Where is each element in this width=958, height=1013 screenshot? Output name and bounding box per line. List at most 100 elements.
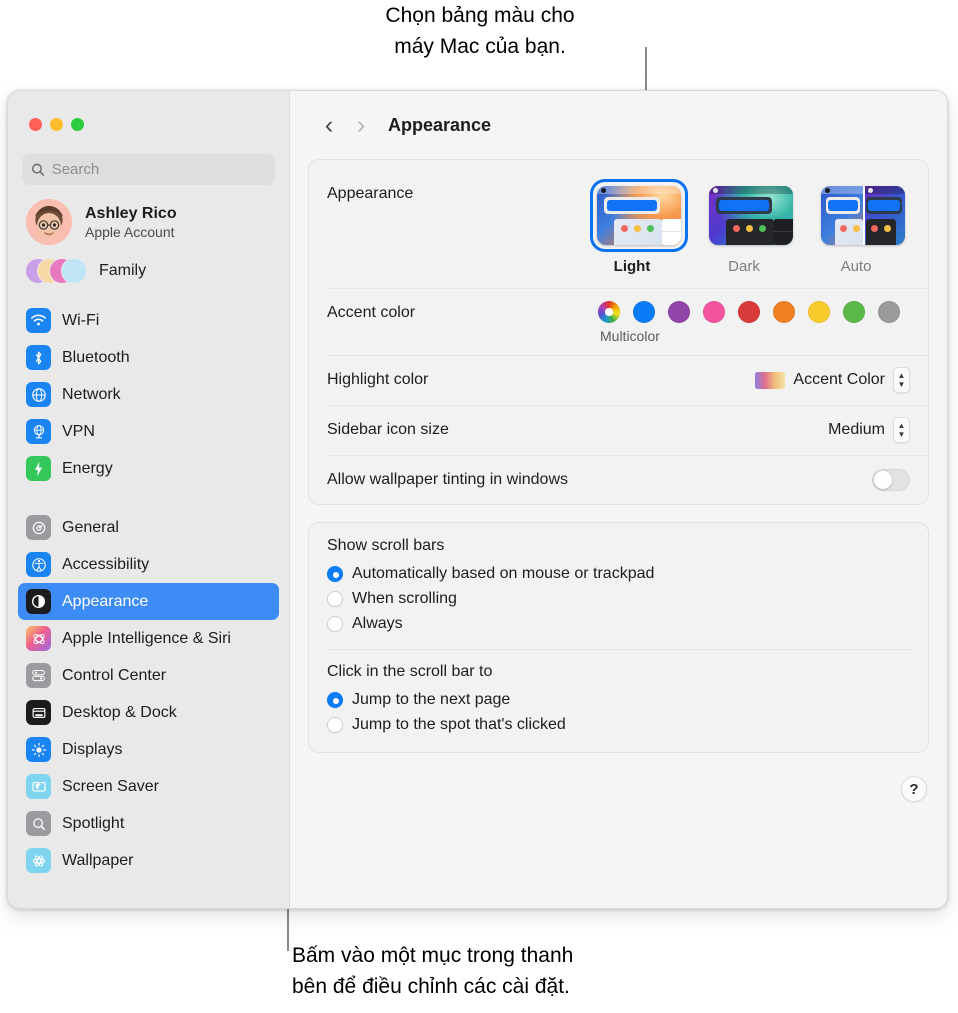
- accent-color-options: Multicolor: [598, 301, 910, 344]
- pane-navbar: ‹ › Appearance: [308, 91, 929, 159]
- accent-color-row: Accent color Multicolor: [309, 288, 928, 355]
- account-subtitle: Apple Account: [85, 223, 175, 240]
- radio-label: Always: [352, 614, 403, 632]
- accent-swatch-purple[interactable]: [668, 301, 690, 323]
- wallpaper-tinting-toggle[interactable]: [872, 468, 910, 491]
- sidebar-item-bluetooth[interactable]: Bluetooth: [18, 339, 279, 376]
- sidebar-item-displays[interactable]: Displays: [18, 731, 279, 768]
- radio-option-automatically[interactable]: Automatically based on mouse or trackpad: [327, 561, 910, 586]
- radio-label: When scrolling: [352, 589, 457, 607]
- chevron-updown-icon[interactable]: ▲ ▼: [893, 367, 910, 393]
- appearance-mode-auto[interactable]: Auto: [814, 179, 905, 275]
- minimize-window-button[interactable]: [50, 118, 63, 131]
- radio-option-jump-to-spot[interactable]: Jump to the spot that's clicked: [327, 712, 910, 737]
- accent-swatch-graphite[interactable]: [878, 301, 900, 323]
- highlight-color-control[interactable]: Accent Color ▲ ▼: [755, 367, 910, 393]
- radio-icon[interactable]: [327, 691, 343, 708]
- sidebar-item-label: Spotlight: [62, 814, 125, 832]
- sidebar-item-label: Wi-Fi: [62, 311, 100, 329]
- sidebar-item-label: Network: [62, 385, 121, 403]
- radio-icon[interactable]: [327, 615, 343, 632]
- appearance-settings-card: Appearance Light Dark Auto Accent color …: [308, 159, 929, 505]
- sidebar-item-wallpaper[interactable]: Wallpaper: [18, 842, 279, 879]
- sidebar-item-wi-fi[interactable]: Wi-Fi: [18, 302, 279, 339]
- sidebar-item-apple-intelligence-siri[interactable]: Apple Intelligence & Siri: [18, 620, 279, 657]
- vpn-icon: [26, 419, 51, 444]
- search-icon: [31, 163, 45, 176]
- appearance-mode-light[interactable]: Light: [590, 179, 688, 275]
- radio-option-always[interactable]: Always: [327, 611, 910, 636]
- radio-option-jump-next-page[interactable]: Jump to the next page: [327, 687, 910, 712]
- appearance-mode-label: Dark: [728, 258, 760, 275]
- screen-saver-icon: [26, 774, 51, 799]
- appearance-mode-dark[interactable]: Dark: [702, 179, 793, 275]
- search-input[interactable]: [51, 161, 266, 178]
- click-scroll-bar-title: Click in the scroll bar to: [327, 663, 493, 680]
- screenshot-root: Chọn bảng màu cho máy Mac của bạn. Bấm v…: [0, 0, 958, 1013]
- bluetooth-icon: [26, 345, 51, 370]
- sidebar-item-spotlight[interactable]: Spotlight: [18, 805, 279, 842]
- accent-swatch-red[interactable]: [738, 301, 760, 323]
- sidebar-item-accessibility[interactable]: Accessibility: [18, 546, 279, 583]
- radio-icon[interactable]: [327, 565, 343, 582]
- scroll-bars-card: Show scroll bars Automatically based on …: [308, 522, 929, 753]
- system-settings-window: Ashley Rico Apple Account Family: [7, 90, 948, 909]
- help-button[interactable]: ?: [901, 776, 927, 802]
- accent-color-caption: Multicolor: [600, 328, 660, 344]
- accent-swatch-yellow[interactable]: [808, 301, 830, 323]
- sidebar-group-system: General Accessibility Appearance Apple I…: [8, 509, 289, 879]
- sidebar-item-label: Apple Intelligence & Siri: [62, 629, 231, 647]
- accent-swatch-blue[interactable]: [633, 301, 655, 323]
- highlight-color-swatch: [755, 371, 786, 389]
- sidebar-item-label: General: [62, 518, 119, 536]
- sidebar-item-appearance[interactable]: Appearance: [18, 583, 279, 620]
- sidebar: Ashley Rico Apple Account Family: [8, 91, 290, 908]
- appearance-mode-auto-thumb[interactable]: [814, 179, 912, 252]
- appearance-icon: [26, 589, 51, 614]
- chevron-right-icon[interactable]: ›: [348, 112, 374, 138]
- sidebar-item-label: VPN: [62, 422, 95, 440]
- close-window-button[interactable]: [29, 118, 42, 131]
- sidebar-item-vpn[interactable]: VPN: [18, 413, 279, 450]
- radio-icon[interactable]: [327, 716, 343, 733]
- accent-swatch-green[interactable]: [843, 301, 865, 323]
- sidebar-item-family[interactable]: Family: [8, 245, 289, 286]
- accent-color-label: Accent color: [327, 304, 416, 321]
- appearance-mode-label: Light: [613, 258, 651, 275]
- wifi-icon: [26, 308, 51, 333]
- sidebar-item-label: Displays: [62, 740, 123, 758]
- account-row[interactable]: Ashley Rico Apple Account: [8, 185, 289, 245]
- radio-option-when-scrolling[interactable]: When scrolling: [327, 586, 910, 611]
- accent-swatch-multicolor[interactable]: [598, 301, 620, 323]
- sidebar-item-general[interactable]: General: [18, 509, 279, 546]
- control-center-icon: [26, 663, 51, 688]
- accent-swatch-pink[interactable]: [703, 301, 725, 323]
- sidebar-item-desktop-dock[interactable]: Desktop & Dock: [18, 694, 279, 731]
- siri-icon: [26, 626, 51, 651]
- sidebar-icon-size-control[interactable]: Medium ▲ ▼: [828, 417, 910, 443]
- sidebar-item-network[interactable]: Network: [18, 376, 279, 413]
- sidebar-group-network: Wi-Fi Bluetooth Network VPN Energy: [8, 302, 289, 487]
- zoom-window-button[interactable]: [71, 118, 84, 131]
- appearance-label: Appearance: [327, 185, 414, 202]
- detail-pane: ‹ › Appearance Appearance Light Dark Aut…: [290, 91, 947, 908]
- appearance-mode-dark-thumb[interactable]: [702, 179, 800, 252]
- show-scroll-bars-title: Show scroll bars: [327, 537, 445, 554]
- sidebar-item-screen-saver[interactable]: Screen Saver: [18, 768, 279, 805]
- callout-bottom-text: Bấm vào một mục trong thanh bên để điều …: [292, 944, 574, 998]
- wallpaper-tinting-label: Allow wallpaper tinting in windows: [327, 470, 569, 488]
- sidebar-item-control-center[interactable]: Control Center: [18, 657, 279, 694]
- search-field[interactable]: [22, 154, 275, 185]
- sidebar-item-label: Energy: [62, 459, 113, 477]
- sidebar-item-energy[interactable]: Energy: [18, 450, 279, 487]
- account-name: Ashley Rico: [85, 204, 177, 222]
- accent-swatch-orange[interactable]: [773, 301, 795, 323]
- chevron-updown-icon[interactable]: ▲ ▼: [893, 417, 910, 443]
- radio-icon[interactable]: [327, 590, 343, 607]
- appearance-mode-label: Auto: [840, 258, 872, 275]
- sidebar-icon-size-label: Sidebar icon size: [327, 421, 449, 438]
- chevron-left-icon[interactable]: ‹: [316, 112, 342, 138]
- appearance-mode-light-thumb[interactable]: [590, 179, 688, 252]
- sidebar-item-label: Accessibility: [62, 555, 150, 573]
- accessibility-icon: [26, 552, 51, 577]
